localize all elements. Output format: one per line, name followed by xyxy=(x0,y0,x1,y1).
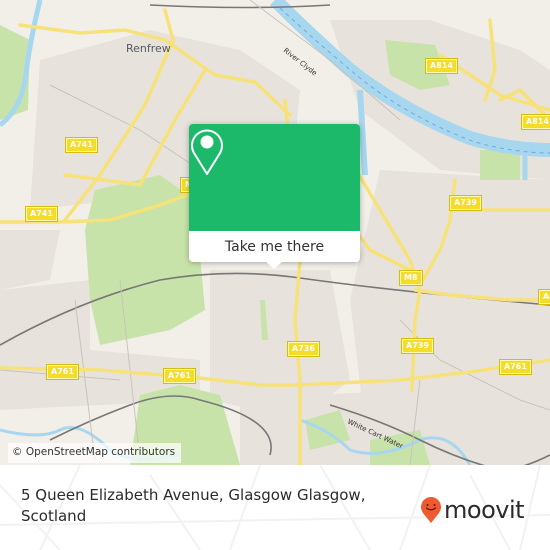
moovit-wordmark: moovit xyxy=(444,496,525,524)
road-label-a8: A8 xyxy=(538,289,550,305)
road-label-a761: A761 xyxy=(46,364,79,380)
road-label-a736: A736 xyxy=(287,341,320,357)
road-label-a739: A739 xyxy=(449,195,482,211)
road-label-a761: A761 xyxy=(163,368,196,384)
moovit-pin-smiley-icon xyxy=(421,497,441,523)
map-pin-icon xyxy=(191,129,223,175)
take-me-there-button[interactable]: Take me there xyxy=(189,231,360,262)
road-label-a741: A741 xyxy=(25,206,58,222)
road-label-a739: A739 xyxy=(401,338,434,354)
footer: 5 Queen Elizabeth Avenue, Glasgow Glasgo… xyxy=(0,465,550,550)
address-text: 5 Queen Elizabeth Avenue, Glasgow Glasgo… xyxy=(21,486,366,525)
moovit-logo[interactable]: moovit xyxy=(420,496,525,524)
road-label-a814: A814 xyxy=(425,58,458,74)
location-popup: Take me there xyxy=(189,124,360,269)
road-label-m8: M8 xyxy=(399,270,423,286)
road-label-a741: A741 xyxy=(65,137,98,153)
popup-header xyxy=(189,124,360,231)
map-attribution[interactable]: © OpenStreetMap contributors xyxy=(8,443,182,463)
map-view[interactable]: Renfrew River Clyde White Cart Water A74… xyxy=(0,0,550,465)
popup-tail xyxy=(265,261,283,269)
road-label-a814: A814 xyxy=(521,114,550,130)
place-label-renfrew: Renfrew xyxy=(126,42,171,55)
road-label-a761: A761 xyxy=(499,359,532,375)
